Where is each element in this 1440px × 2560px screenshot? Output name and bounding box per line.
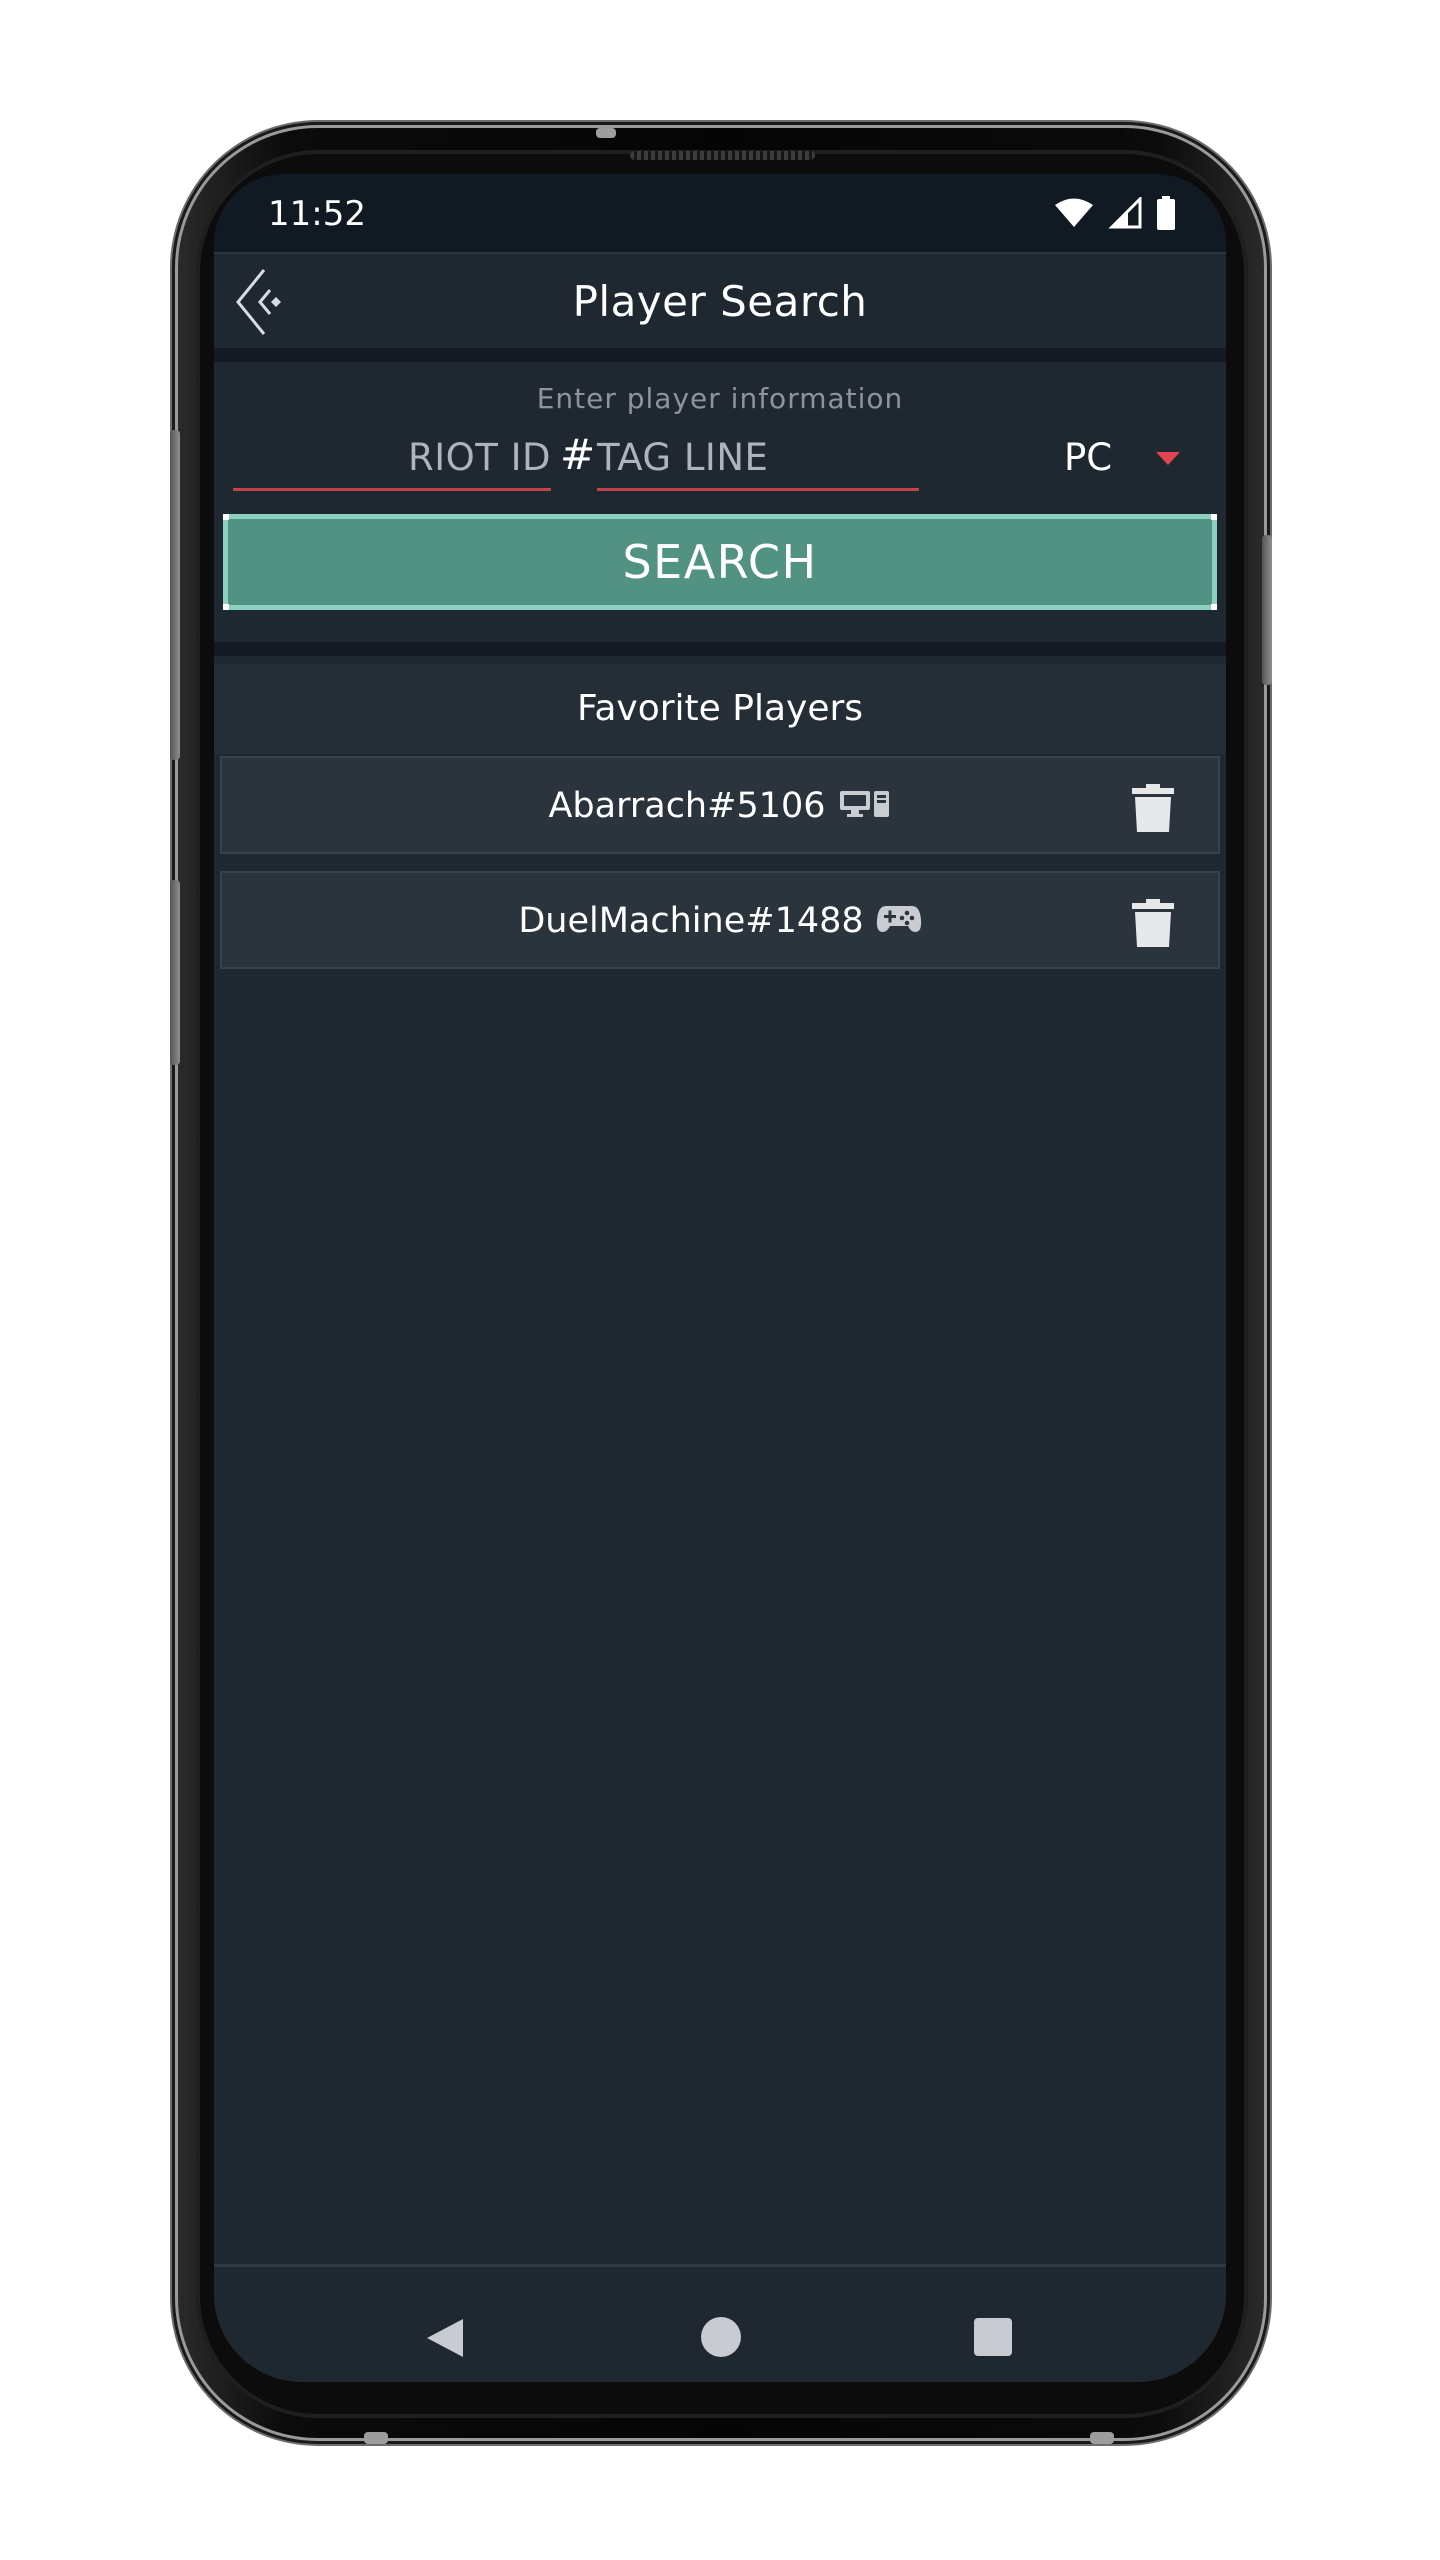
power-button [1262, 535, 1272, 685]
favorites-list-empty-area [214, 974, 1226, 2174]
riot-id-placeholder: RIOT ID [407, 436, 551, 479]
page-title: Player Search [572, 277, 868, 326]
button-corner [223, 514, 229, 520]
wifi-icon [1055, 198, 1093, 227]
bixby-button [170, 880, 180, 1065]
dropdown-caret-icon[interactable] [1156, 452, 1180, 465]
search-button-label: SEARCH [622, 535, 818, 589]
frame-notch-left [364, 2432, 388, 2444]
status-icons [1054, 196, 1176, 230]
app-bar: Player Search [214, 252, 1226, 352]
pc-icon [838, 787, 892, 827]
favorites-title: Favorite Players [576, 688, 864, 729]
signal-icon [1108, 197, 1142, 229]
favorite-player-name-wrap: Abarrach#5106 [222, 786, 1218, 827]
favorites-header: Favorite Players [214, 664, 1226, 754]
riot-id-input[interactable]: RIOT ID [233, 426, 551, 491]
trash-icon [1132, 784, 1174, 832]
tag-line-placeholder: TAG LINE [597, 436, 769, 479]
search-hint: Enter player information [536, 382, 904, 415]
nav-back-icon[interactable] [425, 2317, 465, 2359]
delete-favorite-button[interactable] [1132, 784, 1174, 832]
favorite-player-name-wrap: DuelMachine#1488 [222, 901, 1218, 943]
divider [214, 348, 1226, 362]
platform-select[interactable]: PC [1064, 436, 1112, 479]
status-bar: 11:52 [214, 174, 1226, 252]
earpiece-speaker [630, 151, 815, 160]
button-corner [223, 604, 229, 610]
divider [214, 642, 1226, 656]
screen: 11:52 Player Search Enter player informa… [214, 174, 1226, 2382]
battery-icon [1157, 196, 1175, 230]
tag-line-input[interactable]: TAG LINE [597, 426, 919, 491]
gamepad-icon [876, 902, 922, 943]
frame-notch-right [1090, 2432, 1114, 2444]
delete-favorite-button[interactable] [1132, 899, 1174, 947]
button-corner [1211, 514, 1217, 520]
system-nav-bar [214, 2264, 1226, 2382]
favorite-player-row[interactable]: DuelMachine#1488 [220, 871, 1220, 969]
nav-recents-icon[interactable] [974, 2318, 1012, 2356]
status-time: 11:52 [268, 194, 366, 234]
favorite-player-name: DuelMachine#1488 [518, 901, 864, 941]
hash-separator: # [560, 430, 596, 479]
favorite-player-name: Abarrach#5106 [548, 786, 826, 826]
favorite-player-row[interactable]: Abarrach#5106 [220, 756, 1220, 854]
sensor-dot [596, 128, 616, 138]
volume-button [170, 430, 180, 760]
button-corner [1211, 604, 1217, 610]
nav-home-icon[interactable] [701, 2317, 741, 2357]
search-button[interactable]: SEARCH [223, 514, 1217, 610]
trash-icon [1132, 899, 1174, 947]
